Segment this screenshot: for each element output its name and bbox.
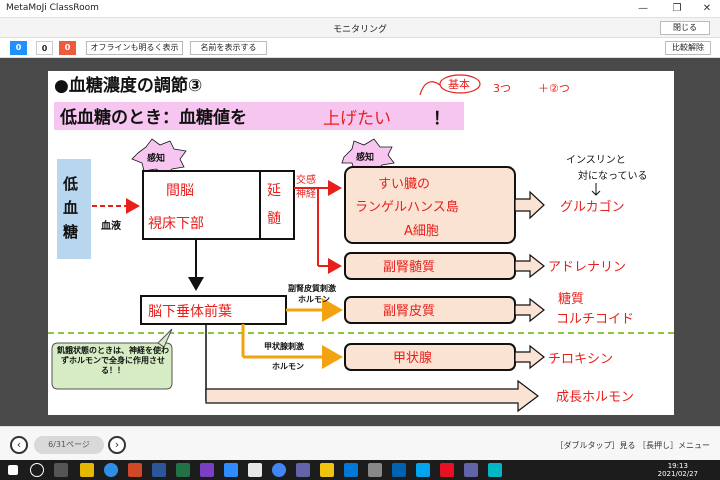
app-icon-1[interactable] bbox=[248, 463, 262, 477]
note-basic: 基本 bbox=[448, 77, 470, 91]
app-icon-2[interactable] bbox=[368, 463, 382, 477]
gesture-hint: ［ダブルタップ］見る ［長押し］メニュー bbox=[555, 441, 710, 450]
growth-arrow bbox=[205, 379, 539, 413]
monitoring-header: モニタリング 閉じる bbox=[0, 18, 720, 38]
offline-bright-button[interactable]: オフラインも明るく表示 bbox=[86, 41, 183, 55]
page-indicator[interactable]: 6/31ページ bbox=[34, 436, 104, 454]
medulla-line2: 髄 bbox=[267, 211, 281, 227]
callout-text-wrap: 飢餓状態のときは、神経を使わずホルモンで全身に作用させる！！ bbox=[57, 346, 169, 375]
excel-icon[interactable] bbox=[176, 463, 190, 477]
medulla-box bbox=[259, 170, 295, 240]
clock-time: 19:13 bbox=[667, 462, 688, 470]
adrenal-cortex-label: 副腎皮質 bbox=[383, 304, 435, 319]
maximize-icon[interactable]: ❐ bbox=[664, 1, 690, 17]
hormone-glucagon: グルカゴン bbox=[560, 199, 625, 215]
glucagon-arrow bbox=[514, 190, 545, 220]
sense-label-2: 感知 bbox=[356, 151, 374, 163]
app-icon-4[interactable] bbox=[464, 463, 478, 477]
banner-answer: 上げたい bbox=[323, 109, 391, 129]
hormone-gluco-1: 糖質 bbox=[558, 291, 584, 307]
minimize-icon[interactable]: — bbox=[630, 1, 656, 17]
pancreas-line1: すい臓の bbox=[378, 177, 430, 192]
thyroxine-arrow bbox=[514, 344, 545, 370]
task-view-icon[interactable] bbox=[54, 463, 68, 477]
next-page-button[interactable]: › bbox=[108, 436, 126, 454]
sympathetic-label-2: 神経 bbox=[296, 187, 316, 200]
word-icon[interactable] bbox=[152, 463, 166, 477]
sympathetic-label-1: 交感 bbox=[296, 173, 316, 186]
thyroid-label: 甲状腺 bbox=[393, 351, 432, 366]
monitoring-stage: ●血糖濃度の調節③ 低血糖のとき：血糖値を 上げたい ！ 基本 3つ ＋②つ 低… bbox=[0, 58, 720, 426]
count-badge-red[interactable]: 0 bbox=[59, 41, 76, 55]
powerpoint-icon[interactable] bbox=[128, 463, 142, 477]
search-icon[interactable] bbox=[30, 463, 44, 477]
count-badge-blue[interactable]: 0 bbox=[10, 41, 27, 55]
mail-icon[interactable] bbox=[344, 463, 358, 477]
blood-label: 血液 bbox=[101, 219, 121, 232]
slide-canvas: ●血糖濃度の調節③ 低血糖のとき：血糖値を 上げたい ！ 基本 3つ ＋②つ 低… bbox=[48, 74, 674, 413]
banner-exclamation: ！ bbox=[433, 109, 450, 129]
hormone-gluco-2: コルチコイド bbox=[556, 312, 634, 327]
adrenal-medulla-label: 副腎髄質 bbox=[383, 260, 435, 275]
hypothalamus-line2: 視床下部 bbox=[148, 216, 204, 232]
medulla-line1: 延 bbox=[267, 183, 281, 199]
student-slide[interactable]: ●血糖濃度の調節③ 低血糖のとき：血糖値を 上げたい ！ 基本 3つ ＋②つ 低… bbox=[48, 71, 674, 415]
banner-text: 低血糖のとき：血糖値を bbox=[59, 107, 247, 128]
pituitary-label: 脳下垂体前葉 bbox=[148, 303, 232, 320]
app-icon-5[interactable] bbox=[488, 463, 502, 477]
window-titlebar: MetaMoJi ClassRoom — ❐ ✕ bbox=[0, 0, 720, 18]
insulin-note-1: インスリンと bbox=[566, 154, 626, 166]
gluco-arrow bbox=[514, 297, 545, 323]
hormone-adrenaline: アドレナリン bbox=[548, 260, 626, 275]
taskbar-clock[interactable]: 19:13 2021/02/27 bbox=[658, 462, 698, 478]
show-names-button[interactable]: 名前を表示する bbox=[190, 41, 267, 55]
hormone-growth: 成長ホルモン bbox=[556, 390, 634, 405]
windows-taskbar: 19:13 2021/02/27 bbox=[0, 460, 720, 480]
slide-heading: ●血糖濃度の調節③ bbox=[54, 75, 202, 96]
note-three: 3つ bbox=[493, 82, 511, 95]
close-button[interactable]: 閉じる bbox=[660, 21, 710, 35]
sticky-notes-icon[interactable] bbox=[320, 463, 334, 477]
toolbar: 0 0 0 オフラインも明るく表示 名前を表示する 比較解除 bbox=[0, 38, 720, 58]
start-icon[interactable] bbox=[8, 465, 18, 475]
file-explorer-icon[interactable] bbox=[80, 463, 94, 477]
low-label-3: 糖 bbox=[63, 223, 78, 241]
hormone-thyroxine: チロキシン bbox=[548, 352, 613, 367]
prev-page-button[interactable]: ‹ bbox=[10, 436, 28, 454]
onenote-icon[interactable] bbox=[200, 463, 214, 477]
acth-label-2: ホルモン bbox=[298, 295, 330, 304]
hypothalamus-line1: 間脳 bbox=[166, 183, 194, 199]
acth-label-1: 副腎皮質刺激 bbox=[288, 283, 336, 293]
adrenaline-arrow bbox=[514, 253, 545, 279]
metamoji-icon[interactable] bbox=[440, 463, 454, 477]
app-title: MetaMoJi ClassRoom bbox=[6, 3, 99, 13]
sense-label-1: 感知 bbox=[147, 152, 165, 164]
low-label-2: 血 bbox=[63, 199, 78, 217]
edge-icon[interactable] bbox=[104, 463, 118, 477]
tsh-label-2: ホルモン bbox=[272, 362, 304, 371]
count-badge-white[interactable]: 0 bbox=[36, 41, 53, 55]
callout-text: 飢餓状態のときは、神経を使わずホルモンで全身に作用させる！！ bbox=[57, 346, 169, 375]
chrome-icon[interactable] bbox=[272, 463, 286, 477]
store-icon[interactable] bbox=[392, 463, 406, 477]
compare-off-button[interactable]: 比較解除 bbox=[665, 41, 711, 55]
zoom-icon[interactable] bbox=[224, 463, 238, 477]
tsh-label-1: 甲状腺刺激 bbox=[264, 341, 304, 351]
insulin-note-arrow bbox=[591, 183, 601, 196]
page-title: モニタリング bbox=[332, 25, 387, 35]
note-arrow bbox=[419, 81, 441, 96]
page-navigation-bar: ‹ 6/31ページ › ［ダブルタップ］見る ［長押し］メニュー bbox=[0, 426, 720, 460]
insulin-note-2: 対になっている bbox=[578, 169, 648, 182]
clock-date: 2021/02/27 bbox=[657, 470, 698, 478]
teams-icon[interactable] bbox=[296, 463, 310, 477]
pancreas-line2: ランゲルハンス島 bbox=[355, 200, 459, 215]
low-label-1: 低 bbox=[62, 175, 78, 193]
app-icon-3[interactable] bbox=[416, 463, 430, 477]
pancreas-line3: A細胞 bbox=[404, 224, 439, 239]
note-plus-two: ＋②つ bbox=[538, 82, 570, 95]
close-icon[interactable]: ✕ bbox=[694, 1, 720, 17]
